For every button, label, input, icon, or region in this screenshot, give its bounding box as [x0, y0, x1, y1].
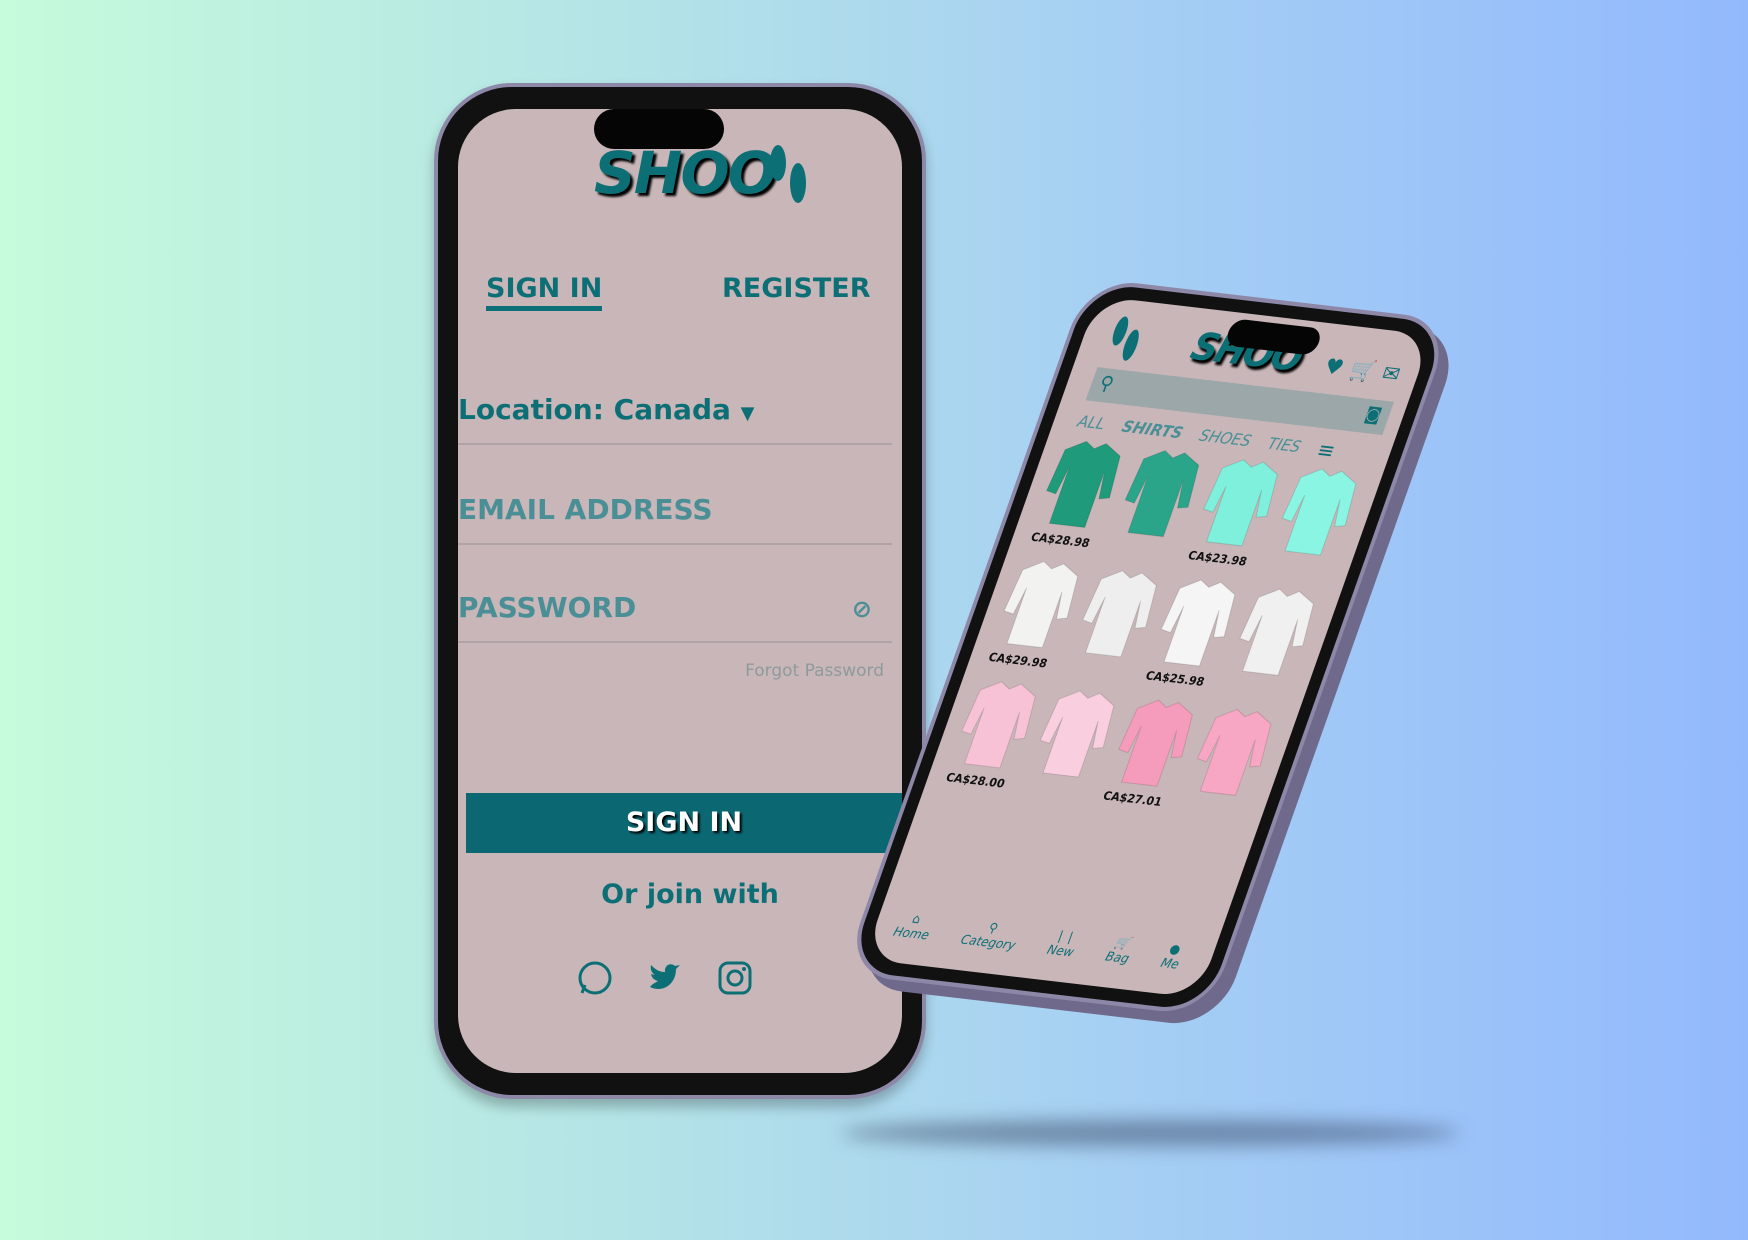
app-logo: SHOO: [594, 139, 777, 207]
social-row: [576, 959, 754, 997]
password-field[interactable]: PASSWORD ⊘: [458, 591, 892, 643]
header-icons: ♥ 🛒 ✉: [1321, 353, 1404, 387]
tab-register[interactable]: REGISTER: [722, 273, 871, 304]
chevron-down-icon: ▼: [740, 403, 755, 424]
shop-phone: SHOO ♥ 🛒 ✉ ⚲ ◙ ALL SHIRTS SHOES TIES ≡ CA$…: [842, 277, 1454, 1017]
tab-sign-in[interactable]: SIGN IN: [486, 273, 603, 311]
twitter-icon[interactable]: [646, 959, 684, 997]
email-field[interactable]: EMAIL ADDRESS: [458, 493, 892, 545]
footprints-icon: [770, 145, 806, 203]
signin-phone: SHOO SIGN IN REGISTER Location: Canada ▼…: [434, 83, 926, 1099]
footprints-icon: [1112, 316, 1139, 361]
nav-new[interactable]: ❘❘ New: [1045, 928, 1081, 960]
bottom-nav: ⌂ Home ⚲ Category ❘❘ New 🛒 Bag ● Me: [891, 910, 1186, 972]
dynamic-island: [594, 109, 724, 149]
search-icon: ⚲: [1096, 372, 1117, 396]
sign-in-button[interactable]: SIGN IN: [466, 793, 902, 853]
menu-icon[interactable]: ≡: [1314, 437, 1339, 464]
heart-icon[interactable]: ♥: [1321, 353, 1347, 380]
location-value: Canada: [613, 393, 731, 426]
nav-home[interactable]: ⌂ Home: [891, 910, 936, 943]
nav-category[interactable]: ⚲ Category: [959, 917, 1023, 953]
forgot-password-link[interactable]: Forgot Password: [745, 661, 884, 681]
location-select[interactable]: Location: Canada ▼: [458, 393, 892, 445]
nav-label: New: [1045, 942, 1077, 960]
camera-icon[interactable]: ◙: [1362, 403, 1384, 424]
nav-bag[interactable]: 🛒 Bag: [1103, 934, 1136, 966]
nav-label: Home: [891, 924, 932, 943]
tab-shirts[interactable]: SHIRTS: [1119, 417, 1185, 443]
nav-label: Me: [1158, 955, 1182, 972]
instagram-icon[interactable]: [716, 959, 754, 997]
messages-icon[interactable]: ✉: [1379, 360, 1404, 387]
password-placeholder: PASSWORD: [458, 591, 637, 624]
nav-me[interactable]: ● Me: [1159, 941, 1187, 972]
tab-all[interactable]: ALL: [1075, 412, 1108, 434]
phone-shadow: [840, 1120, 1460, 1146]
shop-screen: SHOO ♥ 🛒 ✉ ⚲ ◙ ALL SHIRTS SHOES TIES ≡ CA$…: [863, 296, 1432, 999]
nav-label: Bag: [1103, 948, 1132, 967]
whatsapp-icon[interactable]: [576, 959, 614, 997]
product-grid: CA$28.98 CA$23.98 CA$29.98 CA$25.98 CA$28.00…: [937, 432, 1375, 829]
signin-screen: SHOO SIGN IN REGISTER Location: Canada ▼…: [458, 109, 902, 1073]
location-label: Location:: [458, 393, 604, 426]
cart-icon[interactable]: 🛒: [1346, 356, 1379, 384]
eye-slash-icon[interactable]: ⊘: [852, 595, 872, 623]
tab-ties[interactable]: TIES: [1265, 434, 1304, 456]
tab-shoes[interactable]: SHOES: [1197, 426, 1254, 451]
join-with-label: Or join with: [601, 879, 779, 910]
